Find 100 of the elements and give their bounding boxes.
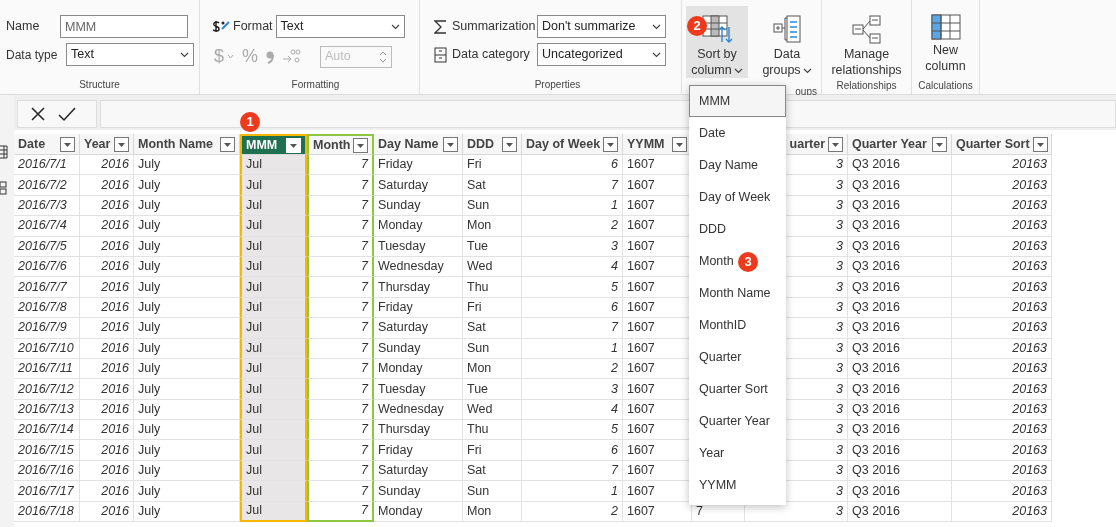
column-header[interactable]: Day of Week <box>522 134 623 155</box>
table-cell: Saturday <box>374 175 463 196</box>
step-badge: 2 <box>687 16 707 36</box>
column-header[interactable]: Quarter Sort <box>952 134 1052 155</box>
table-cell: Monday <box>374 216 463 237</box>
table-cell: 20163 <box>952 501 1052 523</box>
filter-dropdown-icon[interactable] <box>443 136 458 152</box>
ribbon-button[interactable]: Manage relationships <box>823 6 910 78</box>
table-cell: Sat <box>463 318 522 339</box>
table-cell: 7 <box>522 175 623 196</box>
table-cell: Jul <box>240 481 307 502</box>
filter-dropdown-icon[interactable] <box>1032 136 1048 152</box>
table-cell: 2016 <box>80 155 134 176</box>
column-header[interactable]: Day Name <box>374 134 463 155</box>
step-badge: 3 <box>738 252 758 272</box>
table-cell: 20163 <box>952 338 1052 359</box>
filter-dropdown-icon[interactable] <box>672 136 687 152</box>
table-cell: 2016 <box>80 399 134 421</box>
table-cell: Q3 2016 <box>848 195 952 217</box>
table-cell: 20163 <box>952 277 1052 298</box>
table-cell: Saturday <box>374 318 463 339</box>
table-cell: 2016/7/6 <box>14 256 80 278</box>
category-icon <box>434 46 447 63</box>
table-cell: 5 <box>522 420 623 441</box>
filter-dropdown-icon[interactable] <box>828 136 843 152</box>
column-header[interactable]: Year <box>80 134 134 155</box>
check-icon[interactable] <box>58 105 76 122</box>
column-header[interactable]: DDD <box>463 134 522 155</box>
table-cell: Jul <box>240 338 307 359</box>
ribbon-button[interactable]: Sort by column 2 <box>686 6 748 78</box>
column-header[interactable]: Month <box>307 134 374 155</box>
table-cell: Jul <box>240 440 307 461</box>
table-cell: 7 <box>307 155 374 176</box>
name-field[interactable]: MMM <box>60 15 188 38</box>
table-cell: 2 <box>522 358 623 380</box>
table-cell: Q3 2016 <box>848 175 952 196</box>
table-cell: Jul <box>240 155 307 176</box>
ribbon-button[interactable]: Data groups <box>756 6 818 78</box>
table-cell: Jul <box>240 420 307 441</box>
summarization-select[interactable]: Don't summarize <box>537 15 666 38</box>
table-cell: Q3 2016 <box>848 501 952 523</box>
table-cell: 7 <box>307 216 374 237</box>
filter-dropdown-icon[interactable] <box>603 136 619 152</box>
table-cell: Q3 2016 <box>848 440 952 461</box>
table-cell: 2016/7/18 <box>14 501 80 523</box>
data-groups-icon <box>772 14 802 44</box>
filter-dropdown-icon[interactable] <box>114 136 129 152</box>
table-cell: 7 <box>307 297 374 319</box>
table-cell: Monday <box>374 501 463 523</box>
filter-dropdown-icon[interactable] <box>932 136 947 152</box>
field-label: Data category <box>452 46 531 64</box>
table-cell: 2016 <box>80 216 134 237</box>
table-cell: 2016 <box>80 358 134 380</box>
table-view-icon[interactable] <box>0 145 8 159</box>
table-cell: 20163 <box>952 175 1052 196</box>
table-cell: Jul <box>240 195 307 217</box>
format-select[interactable]: Text <box>275 15 405 38</box>
table-cell: 2016 <box>80 460 134 482</box>
group-label: Relationships <box>836 79 897 93</box>
column-header[interactable]: YYMM <box>623 134 692 155</box>
table-cell: Wednesday <box>374 399 463 421</box>
table-cell: 7 <box>307 440 374 461</box>
table-cell: Mon <box>463 216 522 237</box>
table-cell: Q3 2016 <box>848 318 952 339</box>
model-view-icon[interactable] <box>0 181 8 195</box>
table-cell: 20163 <box>952 440 1052 461</box>
close-icon[interactable] <box>30 105 46 122</box>
filter-dropdown-icon[interactable] <box>353 137 369 153</box>
filter-dropdown-icon[interactable] <box>502 136 517 152</box>
table-cell: 2016/7/3 <box>14 195 80 217</box>
table-cell: 2016/7/8 <box>14 297 80 319</box>
filter-dropdown-icon[interactable] <box>220 136 235 152</box>
table-cell: 7 <box>307 420 374 441</box>
table-cell: Sat <box>463 460 522 482</box>
table-cell: Fri <box>463 440 522 461</box>
table-cell: Q3 2016 <box>848 256 952 278</box>
data-type-select[interactable]: Text <box>66 43 194 66</box>
table-cell: Q3 2016 <box>848 236 952 257</box>
table-cell: 1 <box>522 338 623 359</box>
chevron-down-icon <box>802 67 812 74</box>
table-cell: Q3 2016 <box>848 399 952 421</box>
filter-dropdown-icon[interactable] <box>60 136 75 152</box>
table-cell: 2016 <box>80 420 134 441</box>
ribbon-button[interactable]: New column <box>914 6 977 78</box>
table-cell: Friday <box>374 297 463 319</box>
table-cell: 20163 <box>952 318 1052 339</box>
data-category-select[interactable]: Uncategorized <box>537 43 666 66</box>
table-cell: 6 <box>522 155 623 176</box>
table-cell: 2016 <box>80 338 134 359</box>
group-label: Properties <box>534 78 581 92</box>
table-cell: Jul <box>240 318 307 339</box>
column-header[interactable]: Date <box>14 134 80 155</box>
column-header[interactable]: Month Name <box>134 134 240 155</box>
menu-item[interactable]: MMM <box>689 85 786 117</box>
column-header[interactable]: Quarter Year <box>848 134 952 155</box>
table-cell: Mon <box>463 358 522 380</box>
table-cell: 4 <box>522 399 623 421</box>
table-cell: 2016/7/11 <box>14 358 80 380</box>
table-cell: 7 <box>307 501 374 523</box>
table-cell: Jul <box>240 460 307 482</box>
